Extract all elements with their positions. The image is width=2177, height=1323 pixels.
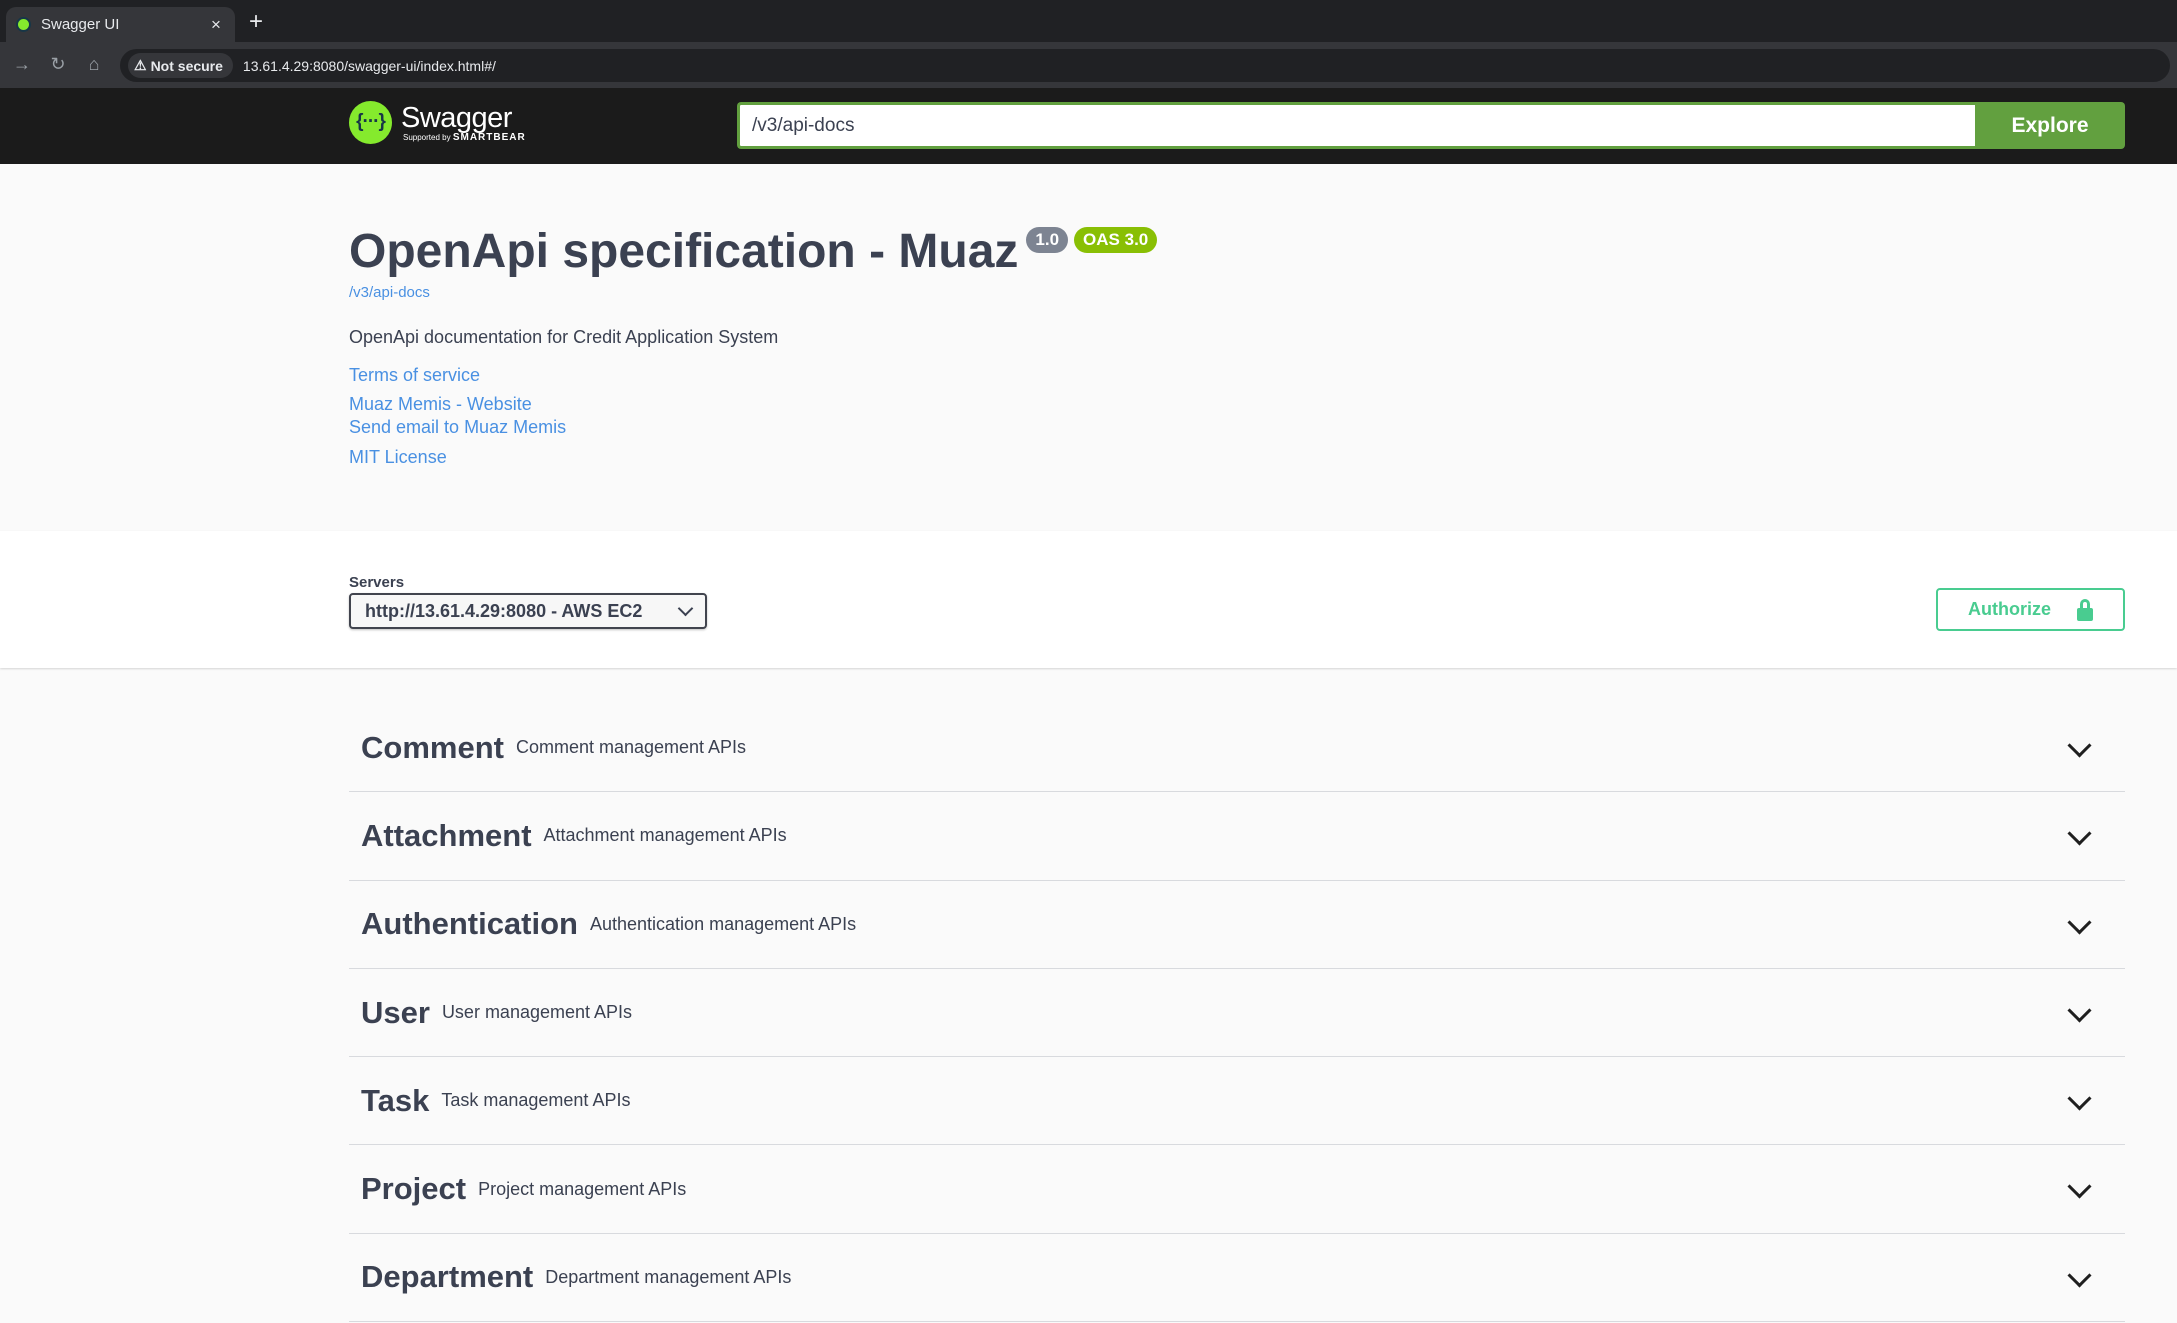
new-tab-button[interactable]: + [244, 8, 268, 36]
chevron-down-icon[interactable] [2067, 1263, 2092, 1288]
operation-tags: Comment Comment management APIs Attachme… [349, 704, 2125, 1323]
spec-url-input[interactable] [737, 102, 1975, 149]
tag-description: Authentication management APIs [590, 913, 857, 934]
tag-section-department[interactable]: Department Department management APIs [349, 1234, 2125, 1323]
reload-icon[interactable]: ↻ [46, 52, 70, 76]
spec-url-form: Explore [737, 102, 2125, 149]
swagger-favicon-icon [16, 17, 31, 32]
warning-icon: ⚠ [134, 57, 147, 73]
logo-name: Swagger [401, 101, 512, 134]
browser-toolbar: → ↻ ⌂ ⚠ Not secure 13.61.4.29:8080/swagg… [0, 42, 2177, 88]
logo-tagline: Supported by SMARTBEAR [403, 131, 526, 143]
tag-description: Department management APIs [545, 1266, 792, 1287]
tag-description: Project management APIs [478, 1178, 687, 1199]
tag-name: Department [361, 1259, 534, 1295]
servers-label: Servers [349, 574, 405, 591]
swagger-logo-icon: {···} [349, 101, 392, 144]
tag-section-task[interactable]: Task Task management APIs [349, 1057, 2125, 1146]
tab-title: Swagger UI [41, 16, 120, 33]
contact-website-link[interactable]: Muaz Memis - Website [349, 394, 532, 415]
tag-name: Task [361, 1082, 430, 1118]
tag-name: Project [361, 1171, 467, 1207]
server-select-value: http://13.61.4.29:8080 - AWS EC2 [365, 600, 643, 621]
authorize-button[interactable]: Authorize [1936, 588, 2125, 631]
tag-section-project[interactable]: Project Project management APIs [349, 1145, 2125, 1234]
forward-icon[interactable]: → [10, 52, 34, 76]
api-title: OpenApi specification - Muaz [349, 225, 1019, 278]
close-tab-icon[interactable]: × [207, 15, 225, 35]
tag-description: User management APIs [441, 1002, 633, 1023]
tag-section-authentication[interactable]: Authentication Authentication management… [349, 881, 2125, 969]
tag-description: Task management APIs [441, 1090, 631, 1111]
license-link[interactable]: MIT License [349, 447, 447, 468]
security-indicator[interactable]: ⚠ Not secure [128, 53, 233, 78]
tag-section-attachment[interactable]: Attachment Attachment management APIs [349, 792, 2125, 881]
chevron-down-icon [677, 600, 694, 616]
swagger-topbar: {···} Swagger Supported by SMARTBEAR Exp… [0, 88, 2177, 164]
api-info: OpenApi specification - Muaz 1.0 OAS 3.0… [0, 164, 2177, 531]
swagger-logo[interactable]: {···} Swagger Supported by SMARTBEAR [349, 101, 526, 144]
explore-button[interactable]: Explore [1975, 102, 2125, 149]
chevron-down-icon[interactable] [2067, 910, 2092, 935]
browser-tab-strip: Swagger UI × + [0, 0, 2177, 42]
tag-name: Authentication [361, 906, 578, 942]
chevron-down-icon[interactable] [2067, 998, 2092, 1023]
chevron-down-icon[interactable] [2067, 821, 2092, 846]
url-text[interactable]: 13.61.4.29:8080/swagger-ui/index.html#/ [243, 58, 496, 74]
tag-description: Comment management APIs [515, 737, 747, 758]
browser-tab[interactable]: Swagger UI × [6, 7, 235, 42]
address-bar[interactable]: ⚠ Not secure 13.61.4.29:8080/swagger-ui/… [120, 49, 2170, 82]
contact-email-link[interactable]: Send email to Muaz Memis [349, 417, 566, 438]
tag-section-comment[interactable]: Comment Comment management APIs [349, 704, 2125, 793]
terms-of-service-link[interactable]: Terms of service [349, 365, 480, 386]
chevron-down-icon[interactable] [2067, 733, 2092, 758]
tag-name: User [361, 994, 430, 1030]
server-select[interactable]: http://13.61.4.29:8080 - AWS EC2 [349, 593, 707, 629]
tag-description: Attachment management APIs [543, 825, 787, 846]
chevron-down-icon[interactable] [2067, 1086, 2092, 1111]
lock-icon [2077, 598, 2093, 621]
version-badge: 1.0 [1026, 227, 1069, 253]
spec-link[interactable]: /v3/api-docs [349, 284, 430, 301]
tag-section-user[interactable]: User User management APIs [349, 969, 2125, 1058]
security-label: Not secure [150, 57, 223, 74]
oas-badge: OAS 3.0 [1074, 227, 1158, 253]
authorize-label: Authorize [1968, 599, 2051, 619]
tag-name: Attachment [361, 817, 532, 853]
home-icon[interactable]: ⌂ [82, 52, 106, 76]
tag-name: Comment [361, 729, 504, 765]
api-description: OpenApi documentation for Credit Applica… [349, 327, 779, 347]
scheme-container: Servers http://13.61.4.29:8080 - AWS EC2… [0, 531, 2177, 668]
chevron-down-icon[interactable] [2067, 1174, 2092, 1200]
